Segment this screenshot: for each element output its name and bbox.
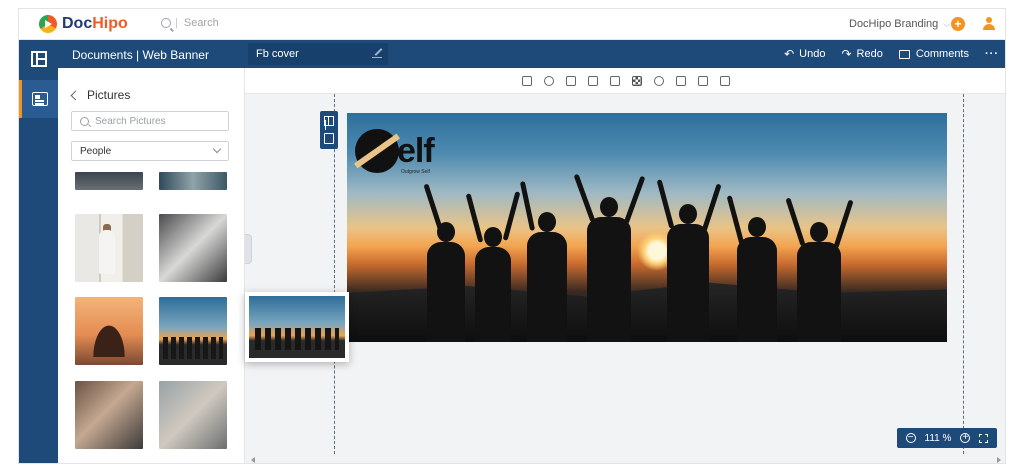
rail-layout-button[interactable] [19, 40, 58, 78]
comments-label: Comments [915, 48, 969, 60]
clipboard-icon[interactable] [522, 75, 532, 86]
zoom-in-icon[interactable]: + [960, 433, 971, 443]
pictures-search-placeholder: Search Pictures [95, 115, 166, 127]
logo-text: DocHipo [62, 15, 128, 32]
layers-icon[interactable] [676, 75, 686, 86]
zoom-level: 111 % [924, 432, 952, 444]
page-options-icon[interactable] [324, 133, 334, 144]
lock-icon[interactable] [698, 75, 708, 86]
panel-back-button[interactable]: Pictures [70, 88, 131, 102]
flip-icon[interactable] [610, 75, 620, 86]
brand-menu-label: DocHipo Branding [849, 18, 939, 30]
panel-collapse-handle[interactable] [245, 234, 252, 264]
undo-icon: ↶ [784, 47, 795, 61]
transparency-icon[interactable] [632, 75, 642, 86]
picture-thumbnail[interactable] [75, 214, 143, 282]
header-actions: ↶ Undo ↷ Redo Comments ··· [768, 47, 999, 61]
comment-icon [898, 49, 910, 59]
dochipo-logo[interactable]: DocHipo [39, 15, 128, 33]
chevron-down-icon: ⌵ [943, 19, 951, 29]
more-options-icon[interactable]: ··· [985, 48, 999, 60]
element-toolbar [245, 68, 1005, 94]
self-logo-word: elf [397, 131, 435, 170]
redo-icon: ↷ [841, 47, 852, 61]
global-search[interactable]: | Search [161, 17, 219, 29]
self-logo[interactable]: elf Outgrow Self [355, 129, 435, 175]
trash-icon[interactable] [720, 75, 730, 86]
search-icon [161, 18, 171, 28]
picture-thumbnail[interactable] [159, 297, 227, 365]
panel-title: Pictures [87, 88, 131, 102]
crop-icon[interactable] [566, 75, 576, 86]
redo-button[interactable]: ↷ Redo [841, 47, 882, 61]
create-button[interactable]: + [951, 17, 965, 31]
grid-icon[interactable] [324, 116, 334, 126]
side-rail [19, 40, 58, 463]
undo-button[interactable]: ↶ Undo [784, 47, 825, 61]
self-logo-mark [355, 129, 399, 173]
search-input[interactable]: Search [184, 17, 219, 29]
zoom-control: − 111 % + [897, 428, 997, 448]
pictures-panel: Pictures Search Pictures People [58, 68, 245, 463]
comments-button[interactable]: Comments [898, 48, 969, 60]
banner-canvas[interactable]: elf Outgrow Self [347, 113, 947, 342]
search-icon [80, 116, 89, 126]
picture-thumbnail[interactable] [75, 381, 143, 449]
rail-pictures-button[interactable] [19, 80, 58, 118]
brand-menu[interactable]: DocHipo Branding ⌵ [849, 18, 950, 30]
zoom-out-icon[interactable]: − [905, 433, 916, 443]
chevron-left-icon [70, 90, 81, 100]
app-window: DocHipo | Search DocHipo Branding ⌵ + Do… [18, 8, 1006, 464]
category-select[interactable]: People [71, 141, 229, 161]
people-silhouettes [417, 173, 887, 342]
category-value: People [80, 146, 112, 157]
pencil-icon[interactable] [372, 48, 382, 58]
pictures-icon [32, 92, 48, 106]
picture-thumbnail[interactable] [75, 172, 143, 190]
redo-label: Redo [856, 48, 883, 60]
search-divider: | [175, 17, 178, 29]
layout-icon [30, 51, 47, 67]
picture-thumbnail[interactable] [159, 214, 227, 282]
fullscreen-icon[interactable] [979, 433, 989, 443]
undo-label: Undo [799, 48, 826, 60]
document-name-field[interactable]: Fb cover [248, 43, 388, 65]
mask-icon[interactable] [588, 75, 598, 86]
scroll-left-icon[interactable] [251, 457, 255, 463]
document-header: Documents | Web Banner Fb cover ↶ Undo ↷… [58, 40, 1005, 68]
top-bar: DocHipo | Search DocHipo Branding ⌵ + [19, 9, 1005, 40]
pictures-search-input[interactable]: Search Pictures [71, 111, 229, 131]
picture-thumbnail[interactable] [159, 381, 227, 449]
chevron-down-icon [212, 144, 222, 154]
horizontal-scrollbar[interactable] [245, 455, 1005, 463]
picture-thumbnail[interactable] [75, 297, 143, 365]
dragged-picture[interactable] [245, 292, 349, 362]
page-tools [320, 111, 338, 149]
breadcrumb[interactable]: Documents | Web Banner [72, 48, 209, 62]
picture-thumbnail[interactable] [159, 172, 227, 190]
document-name: Fb cover [256, 48, 299, 60]
self-logo-tagline: Outgrow Self [401, 169, 430, 175]
link-icon[interactable] [654, 75, 664, 86]
user-icon[interactable] [982, 17, 996, 31]
scroll-right-icon[interactable] [997, 457, 1001, 463]
filter-icon[interactable] [544, 75, 554, 86]
right-guide-line [963, 94, 964, 454]
logo-mark-icon [39, 15, 57, 33]
